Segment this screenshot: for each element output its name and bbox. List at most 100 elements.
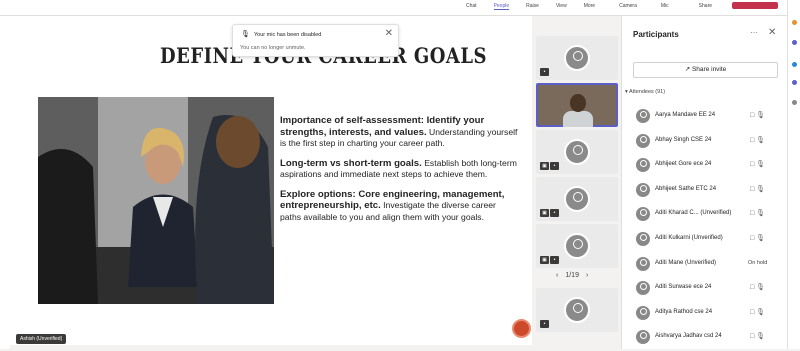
participant-row[interactable]: Aditi Mane (Unverified) On hold — [632, 253, 784, 278]
share-invite-label: Share invite — [691, 66, 727, 73]
mic-off-icon: • — [550, 209, 559, 217]
participant-row[interactable]: Aarya Mandave EE 24 □ 🎙 — [632, 105, 784, 130]
slide-point: Importance of self-assessment: Identify … — [280, 115, 518, 150]
participant-list: Aarya Mandave EE 24 □ 🎙 Abhay Singh CSE 2… — [632, 105, 784, 351]
app-icon[interactable] — [792, 80, 797, 85]
mic-off-icon: □ 🎙 — [750, 161, 766, 169]
avatar — [564, 233, 590, 259]
participant-row[interactable]: Aditya Rathod cse 24 □ 🎙 — [632, 302, 784, 327]
mic-off-icon: □ 🎙 — [750, 112, 766, 119]
slide-bullets: Importance of self-assessment: Identify … — [280, 115, 518, 231]
avatar — [636, 330, 650, 345]
toast-title: Your mic has been disabled — [254, 32, 322, 38]
attendees-section-toggle[interactable]: ▾ Attendees (91) — [625, 89, 665, 95]
participant-name: Abhijeet Sathe ETC 24 — [655, 185, 717, 192]
close-icon[interactable]: ✕ — [385, 28, 393, 39]
participant-row[interactable]: Abhijeet Gore ece 24 □ 🎙 — [632, 154, 784, 179]
page-indicator: 1/19 — [565, 272, 579, 279]
slide-photo — [38, 97, 274, 304]
panel-title: Participants — [633, 30, 679, 39]
shared-screen: DEFINE YOUR CAREER GOALS Importance of s… — [10, 16, 532, 345]
participant-tile[interactable]: ▣ • — [536, 130, 618, 174]
participant-row[interactable]: Abhijeet Sathe ETC 24 □ 🎙 — [632, 179, 784, 204]
mic-off-icon: • — [540, 68, 549, 76]
screen-share-icon: ▣ — [540, 162, 549, 170]
app-icon[interactable] — [792, 62, 797, 67]
participant-row[interactable]: Aditi Surwase ece 24 □ 🎙 — [632, 277, 784, 302]
gallery-pager: ‹ 1/19 › — [556, 272, 595, 279]
participant-tile[interactable]: • — [536, 36, 618, 80]
mic-off-icon: • — [550, 256, 559, 264]
attendees-label: Attendees (91) — [629, 89, 666, 95]
participant-row[interactable]: Abhay Singh CSE 24 □ 🎙 — [632, 130, 784, 155]
share-invite-button[interactable]: ↗ Share invite — [633, 62, 778, 78]
status-badge: On hold — [748, 259, 768, 266]
view-button[interactable]: View — [556, 3, 567, 10]
mic-off-icon: □ 🎙 — [750, 284, 766, 292]
more-options-icon[interactable]: ··· — [750, 28, 758, 37]
participant-tile[interactable]: ▣ • — [536, 224, 618, 268]
participant-name: Aditi Kulkarni (Unverified) — [655, 234, 723, 241]
video-feed-head — [570, 94, 586, 112]
video-feed — [563, 111, 593, 127]
participant-name: Aditi Surwase ece 24 — [655, 284, 712, 291]
avatar — [636, 281, 650, 296]
app-side-rail — [787, 0, 800, 349]
mic-off-icon: □ 🎙 — [750, 333, 766, 341]
recording-indicator — [512, 319, 531, 338]
chevron-left-icon[interactable]: ‹ — [556, 272, 558, 279]
app-icon[interactable] — [792, 100, 797, 105]
screen-share-icon: ▣ — [540, 256, 549, 264]
participant-row[interactable]: Aditi Kharad C... (Unverified) □ 🎙 — [632, 203, 784, 228]
share-button[interactable]: Share — [699, 3, 712, 10]
mic-off-icon: □ 🎙 — [750, 136, 766, 144]
avatar — [636, 231, 650, 246]
mic-button[interactable]: Mic — [661, 3, 669, 10]
mic-off-icon: □ 🎙 — [750, 308, 766, 316]
share-icon: ↗ — [684, 66, 692, 73]
people-button[interactable]: People — [493, 3, 510, 10]
participant-name: Abhay Singh CSE 24 — [655, 136, 712, 143]
avatar — [564, 45, 590, 71]
participant-row[interactable]: Aditi Kulkarni (Unverified) □ 🎙 — [632, 228, 784, 253]
participant-video-tile[interactable] — [536, 83, 618, 127]
meeting-controls: Chat People Raise View More Camera Mic S… — [466, 3, 729, 10]
close-icon[interactable]: ✕ — [768, 27, 776, 38]
screen-share-icon: ▣ — [540, 209, 549, 217]
participant-name: Aarya Mandave EE 24 — [655, 112, 716, 118]
avatar — [564, 186, 590, 212]
mic-disabled-toast: 🎙 Your mic has been disabled You can no … — [232, 24, 399, 57]
app-icon[interactable] — [792, 20, 797, 25]
mic-off-icon: □ 🎙 — [750, 234, 766, 242]
chevron-right-icon[interactable]: › — [586, 272, 588, 279]
avatar — [636, 207, 650, 222]
participant-name: Aditi Mane (Unverified) — [655, 259, 717, 266]
app-rail — [0, 0, 10, 349]
meeting-photo-illustration — [38, 97, 274, 304]
participant-tile[interactable]: • — [536, 288, 618, 332]
toast-subtitle: You can no longer unmute. — [240, 45, 306, 51]
participant-name: Aditya Rathod cse 24 — [655, 308, 713, 315]
participant-name: Aishvarya Jadhav csd 24 — [655, 333, 722, 340]
participant-row[interactable]: Aishvarya Jadhav csd 24 □ 🎙 — [632, 326, 784, 351]
more-button[interactable]: More — [584, 3, 595, 10]
avatar — [636, 158, 650, 173]
leave-button[interactable] — [732, 2, 778, 9]
mic-off-icon: • — [540, 320, 549, 328]
participant-tile[interactable]: ▣ • — [536, 177, 618, 221]
app-icon[interactable] — [792, 40, 797, 45]
mic-off-icon: 🎙 — [241, 31, 250, 38]
avatar — [636, 133, 650, 148]
chat-button[interactable]: Chat — [466, 3, 477, 10]
avatar — [636, 256, 650, 271]
participant-name: Aditi Kharad C... (Unverified) — [655, 210, 732, 217]
raise-hand-button[interactable]: Raise — [526, 3, 539, 10]
avatar — [564, 139, 590, 165]
camera-button[interactable]: Camera — [619, 3, 637, 10]
mic-off-icon: • — [550, 162, 559, 170]
mic-off-icon: □ 🎙 — [750, 185, 766, 193]
avatar — [564, 297, 590, 323]
meeting-toolbar: Chat People Raise View More Camera Mic S… — [0, 0, 800, 16]
participants-panel: Participants ··· ✕ ↗ Share invite ▾ Atte… — [621, 16, 787, 349]
point-heading: Long-term vs short-term goals. — [280, 157, 422, 169]
